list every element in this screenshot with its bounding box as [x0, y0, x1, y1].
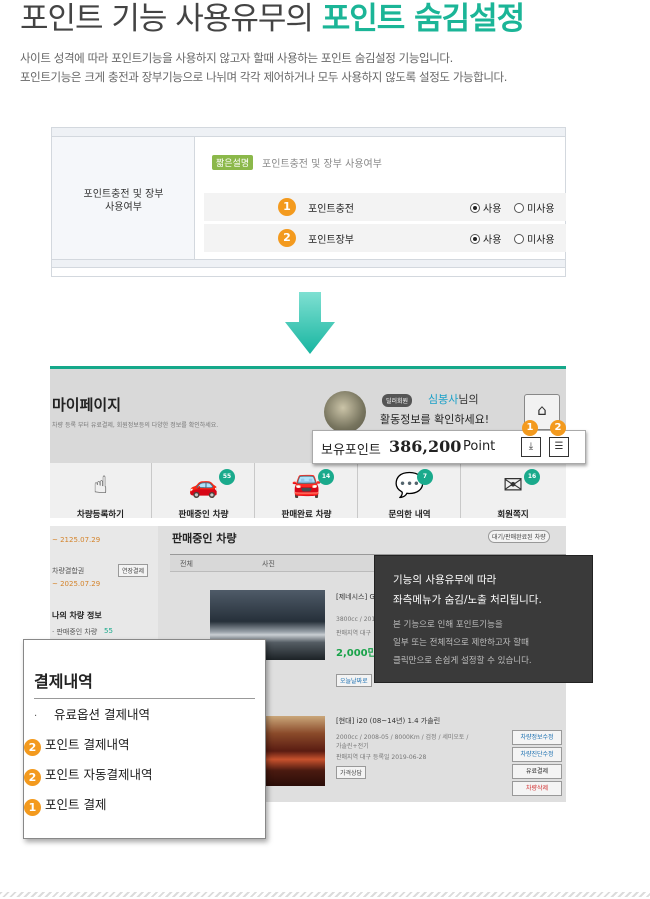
car-region: 판매지역 대구	[336, 630, 372, 637]
menu-selling-cars[interactable]: 🚗 55 판매중인 차량	[153, 463, 255, 518]
radio-nouse[interactable]: 미사용	[514, 200, 555, 215]
paid-payment-button[interactable]: 유료결제	[512, 764, 562, 779]
edit-car-button[interactable]: 차량정보수정	[512, 730, 562, 745]
expiry-date: ~ 2025.07.29	[52, 580, 101, 588]
pending-sold-button[interactable]: 대기/판매완료된 차량	[488, 530, 550, 543]
setting-row-label: 포인트충전 및 장부 사용여부	[83, 189, 164, 213]
list-title: 판매중인 차량	[172, 532, 237, 545]
point-value: 386,200	[389, 437, 462, 456]
car-icon: 🚗	[188, 471, 219, 499]
delete-car-button[interactable]: 차량삭제	[512, 781, 562, 796]
radio-icon	[470, 234, 480, 244]
mypage-title: 마이페이지	[52, 396, 122, 414]
radio-use[interactable]: 사용	[470, 200, 501, 215]
car-spec: 2000cc / 2008-05 / 8000Km / 검정 / 세미오토 /	[336, 734, 469, 741]
bullet-icon: ·	[34, 711, 38, 722]
sidebar-item[interactable]: · 판매중인 차량	[52, 627, 97, 637]
tooltip-line: 기능의 사용유무에 따라	[393, 574, 497, 586]
menu-messages[interactable]: ✉ 16 회원쪽지	[462, 463, 564, 518]
setting-name: 포인트충전	[308, 204, 354, 215]
setting-row-charge: 1 포인트충전 사용 미사용	[204, 193, 566, 221]
radio-icon	[470, 203, 480, 213]
expiry-date: ~ 2125.07.29	[52, 536, 101, 544]
count-badge: 16	[524, 469, 540, 485]
number-badge: 1	[24, 799, 41, 816]
number-badge: 1	[278, 198, 296, 216]
user-greeting: 심봉사님의	[428, 393, 479, 406]
mail-icon: ✉	[502, 471, 524, 499]
extend-button[interactable]: 연장결제	[118, 564, 149, 577]
number-badge: 2	[550, 420, 566, 436]
list-icon: ☰	[554, 441, 564, 452]
divider	[34, 698, 255, 699]
member-grade-badge: 딜러회원	[382, 394, 413, 407]
radio-icon	[514, 234, 524, 244]
section-title: 나의 차량 정보	[52, 611, 102, 620]
car-title[interactable]: [현대] i20 (08~14년) 1.4 가솔린	[336, 716, 440, 726]
radio-nouse[interactable]: 미사용	[514, 231, 555, 246]
radio-use[interactable]: 사용	[470, 231, 501, 246]
sidebar-item-count: 55	[104, 627, 113, 635]
count-badge: 7	[417, 469, 433, 485]
payment-history-menu: 결제내역 · 유료옵션 결제내역 2 포인트 결제내역 2 포인트 자동결제내역 1포…	[23, 639, 266, 839]
avatar	[324, 391, 366, 433]
point-charge-button[interactable]: ⤓	[521, 437, 541, 457]
setting-name: 포인트장부	[308, 235, 354, 246]
tooltip-line: 일부 또는 전체적으로 제한하고자 할때	[393, 638, 529, 648]
description-line-1: 사이트 성격에 따라 포인트기능을 사용하지 않고자 할때 사용하는 포인트 숨…	[20, 51, 453, 65]
number-badge: 2	[24, 769, 41, 786]
number-badge: 2	[278, 229, 296, 247]
tooltip-line: 본 기능으로 인해 포인트기능을	[393, 620, 503, 630]
col-photo: 사진	[262, 560, 275, 568]
edit-diagnosis-button[interactable]: 차량진단수정	[512, 747, 562, 762]
number-badge: 1	[522, 420, 538, 436]
price-consult-button[interactable]: 가격상담	[336, 766, 367, 779]
mypage-menu: ☝ 차량등록하기 🚗 55 판매중인 차량 🚘 14 판매완료 차량 💬 7 문의한 내역 ✉…	[50, 463, 566, 518]
page-title: 포인트 기능 사용유무의 포인트 숨김설정	[20, 1, 525, 37]
payment-title: 결제내역	[34, 672, 93, 691]
short-desc-text: 포인트충전 및 장부 사용여부	[262, 159, 382, 170]
ticket-label: 차량결합권	[52, 567, 85, 575]
bottom-divider	[0, 892, 650, 897]
menu-item-point-auto-history[interactable]: 2 포인트 자동결제내역	[24, 764, 152, 786]
info-tooltip: 기능의 사용유무에 따라 좌측메뉴가 숨김/노출 처리됩니다. 본 기능으로 인…	[374, 555, 593, 683]
table-bottom-band	[52, 259, 565, 268]
down-arrow-icon	[285, 292, 335, 354]
menu-item-point-history[interactable]: 2 포인트 결제내역	[24, 734, 129, 756]
point-ledger-button[interactable]: ☰	[549, 437, 569, 457]
menu-inquiries[interactable]: 💬 7 문의한 내역	[359, 463, 461, 518]
point-unit: Point	[463, 439, 496, 454]
count-badge: 14	[318, 469, 334, 485]
mypage-subtitle: 차량 등록 부터 유료결제, 회원정보등의 다양한 정보를 확인하세요.	[52, 422, 219, 429]
hand-icon: ☝	[93, 471, 108, 499]
point-label: 보유포인트	[321, 443, 381, 458]
short-desc-tag: 짧은설명	[212, 155, 254, 170]
point-balance-box: 보유포인트 386,200 Point ⤓ ☰	[312, 430, 586, 464]
tooltip-line: 좌측메뉴가 숨김/노출 처리됩니다.	[393, 594, 542, 606]
radio-icon	[514, 203, 524, 213]
home-icon: ⌂	[537, 401, 547, 419]
refresh-date-button[interactable]: 오늘날짜로	[336, 674, 372, 687]
menu-register-car[interactable]: ☝ 차량등록하기	[50, 463, 152, 518]
number-badge: 2	[24, 739, 41, 756]
menu-item-point-payment[interactable]: 1 포인트 결제	[24, 794, 106, 816]
description-line-2: 포인트기능은 크게 충전과 장부기능으로 나뉘며 각각 제어하거나 모두 사용하…	[20, 70, 507, 84]
col-all: 전체	[180, 560, 193, 568]
user-name: 심봉사	[428, 393, 459, 406]
user-message: 활동정보를 확인하세요!	[380, 413, 490, 426]
car-spec: 3800cc / 2013	[336, 616, 379, 623]
tooltip-line: 클릭만으로 손쉽게 설정할 수 있습니다.	[393, 656, 532, 666]
setting-row-ledger: 2 포인트장부 사용 미사용	[204, 224, 566, 252]
table-top-band	[52, 128, 565, 137]
car-front-icon: 🚘	[291, 471, 322, 499]
chat-icon: 💬	[394, 471, 425, 499]
car-spec: 가솔린+전기	[336, 743, 369, 750]
car-region: 판매지역 대구 등록일 2019-06-28	[336, 754, 427, 761]
menu-item-paid-options[interactable]: · 유료옵션 결제내역	[24, 704, 150, 723]
count-badge: 55	[219, 469, 235, 485]
settings-table: 포인트충전 및 장부 사용여부 짧은설명 포인트충전 및 장부 사용여부 1 포…	[51, 127, 566, 277]
page-title-accent: 포인트 숨김설정	[321, 1, 525, 37]
menu-sold-cars[interactable]: 🚘 14 판매완료 차량	[256, 463, 358, 518]
download-icon: ⤓	[528, 441, 534, 452]
